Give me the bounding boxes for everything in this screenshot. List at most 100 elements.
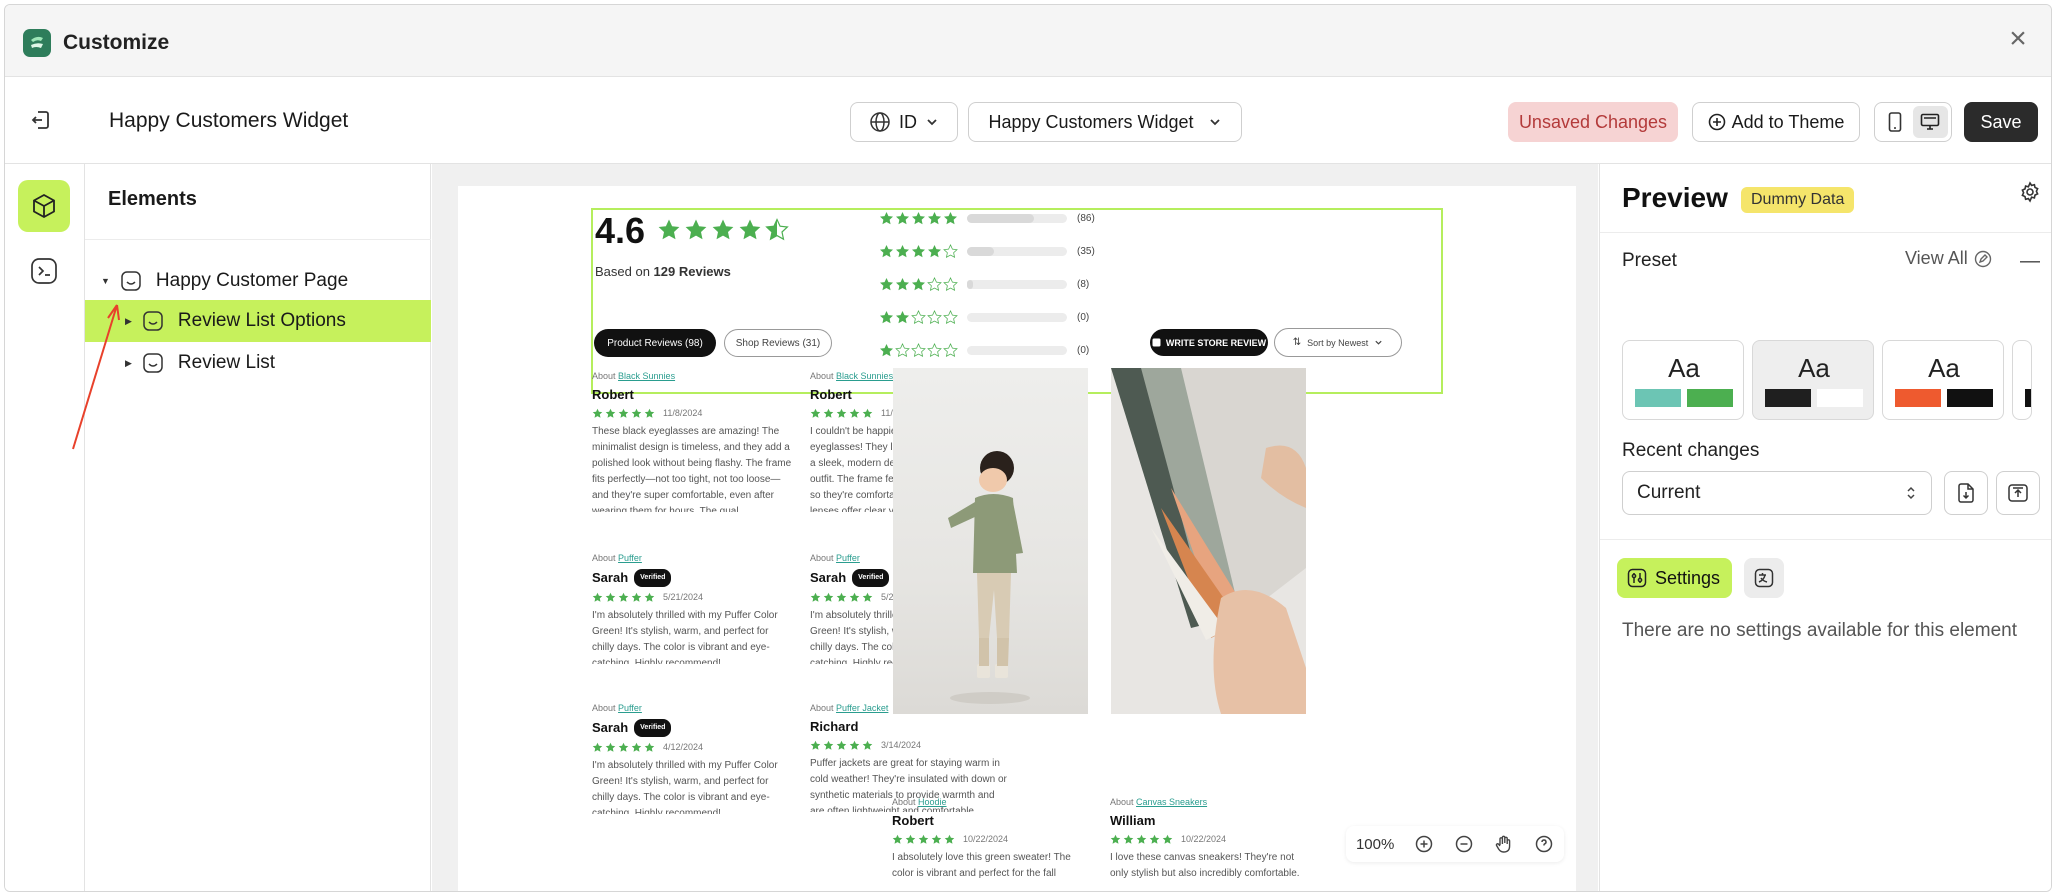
review-about-label: About: [592, 553, 619, 563]
review-about-label: About: [810, 553, 837, 563]
zoom-in-icon[interactable]: [1414, 834, 1434, 854]
review-product-link[interactable]: Puffer: [618, 703, 642, 713]
add-to-theme-button[interactable]: Add to Theme: [1692, 102, 1860, 142]
tab-product-reviews[interactable]: Product Reviews (98): [594, 329, 716, 357]
star-icon: [912, 277, 925, 290]
review-text: I absolutely love this green sweater! Th…: [892, 852, 1071, 879]
review-stars: 3/14/2024: [810, 737, 1010, 753]
help-icon[interactable]: [1534, 834, 1554, 854]
star-icon: [862, 408, 873, 418]
device-toggle: [1874, 102, 1952, 142]
review-date: 5/21/2024: [663, 592, 704, 602]
star-icon: [912, 244, 925, 257]
review-about: About Puffer: [592, 550, 792, 566]
distribution-bar: [967, 246, 1067, 256]
widget-select[interactable]: Happy Customers Widget: [968, 102, 1242, 142]
desktop-view-icon[interactable]: [1912, 106, 1948, 138]
distribution-row[interactable]: (0): [879, 309, 1089, 325]
divider: [1600, 539, 2051, 540]
preset-card[interactable]: Aa: [1752, 340, 1874, 420]
preset-card[interactable]: Aa: [1622, 340, 1744, 420]
star-icon: [1136, 834, 1147, 844]
zoom-out-icon[interactable]: [1454, 834, 1474, 854]
recent-changes-select[interactable]: Current: [1622, 471, 1932, 515]
preset-card[interactable]: [2012, 340, 2032, 420]
import-icon[interactable]: [1944, 471, 1988, 515]
sort-value: Sort by Newest: [1307, 337, 1369, 348]
close-icon[interactable]: ×: [2003, 24, 2033, 55]
review-date: 3/14/2024: [881, 740, 922, 750]
preset-swatch: [1817, 389, 1863, 407]
elements-panel: Elements ▼ Happy Customer Page ▶ Review …: [85, 164, 431, 891]
star-icon: [880, 343, 893, 356]
star-icon: [592, 592, 603, 602]
review-product-link[interactable]: Canvas Sneakers: [1136, 797, 1207, 807]
export-icon[interactable]: [1996, 471, 2040, 515]
write-store-review-button[interactable]: WRITE STORE REVIEW: [1150, 329, 1268, 356]
review-product-link[interactable]: Puffer Jacket: [836, 703, 888, 713]
dummy-data-badge: Dummy Data: [1741, 187, 1855, 213]
review-product-link[interactable]: Black Sunnies: [618, 371, 675, 381]
preset-swatch: [1635, 389, 1681, 407]
code-terminal-icon[interactable]: [30, 257, 58, 285]
review-product-link[interactable]: Puffer: [836, 553, 860, 563]
review-date: 10/22/2024: [1181, 834, 1227, 844]
based-on-count: 129 Reviews: [653, 264, 731, 279]
view-all-link[interactable]: View All: [1905, 248, 1992, 269]
review-image-child-sweater[interactable]: [893, 368, 1088, 714]
star-icon: [605, 742, 616, 752]
preview-title: Preview: [1622, 182, 1728, 213]
star-icon: [896, 211, 909, 224]
distribution-row[interactable]: (35): [879, 243, 1095, 259]
distribution-bar: [967, 345, 1067, 355]
star-icon: [618, 408, 629, 418]
preview-panel: Preview Dummy Data Preset View All — Aa A…: [1599, 164, 2051, 891]
fabric-photo: [1111, 368, 1306, 714]
preset-card[interactable]: Aa: [1882, 340, 2004, 420]
star-outline-icon: [927, 276, 942, 291]
gear-icon[interactable]: [2019, 181, 2041, 203]
preset-sample: Aa: [1798, 353, 1830, 383]
distribution-row[interactable]: (8): [879, 276, 1089, 292]
tab-settings[interactable]: Settings: [1617, 558, 1733, 598]
review-stars: 10/22/2024: [892, 831, 1092, 847]
mobile-view-icon[interactable]: [1878, 106, 1913, 138]
verified-badge: Verified: [634, 719, 672, 737]
star-icon: [880, 310, 893, 323]
review-stars: 11/8/2024: [592, 405, 792, 421]
sort-select[interactable]: ⇅ Sort by Newest: [1274, 328, 1402, 357]
review-about: About Canvas Sneakers: [1110, 794, 1310, 810]
review-card: About Hoodie Robert 10/22/2024 I absolutely…: [892, 794, 1092, 884]
star-icon: [658, 219, 680, 240]
distribution-count: (8): [1077, 278, 1090, 290]
elements-cube-icon[interactable]: [18, 180, 70, 232]
collapse-icon[interactable]: —: [2020, 250, 2040, 273]
view-all-label: View All: [1905, 248, 1968, 268]
distribution-row[interactable]: (0): [879, 342, 1089, 358]
tree-item-label: Review List: [177, 352, 276, 373]
preset-sample: Aa: [1668, 353, 1700, 383]
reviewer-name: Robert: [892, 813, 934, 828]
star-icon: [1162, 834, 1173, 844]
star-icon: [644, 742, 655, 752]
smiley-component-icon: [143, 311, 163, 331]
top-toolbar: Happy Customers Widget ID Happy Customer…: [5, 78, 2051, 164]
tab-shop-reviews[interactable]: Shop Reviews (31): [724, 329, 832, 357]
review-text: I love these canvas sneakers! They're no…: [1110, 852, 1300, 879]
review-list-options-widget[interactable]: 4.6 Based on 129 Reviews (86) (35) (8) (0)(…: [591, 208, 1443, 394]
review-stars: 10/22/2024: [1110, 831, 1310, 847]
distribution-row[interactable]: (86): [879, 210, 1095, 226]
distribution-bar-fill: [967, 246, 994, 256]
hand-pan-icon[interactable]: [1494, 834, 1514, 854]
review-image-canvas-samples[interactable]: [1111, 368, 1306, 714]
save-button[interactable]: Save: [1964, 102, 2038, 142]
exit-icon[interactable]: [29, 108, 57, 136]
review-product-link[interactable]: Black Sunnies: [836, 371, 893, 381]
locale-select[interactable]: ID: [850, 102, 958, 142]
reviewer-name: Robert: [810, 387, 852, 402]
star-icon: [618, 742, 629, 752]
tab-translate[interactable]: [1744, 558, 1784, 598]
review-product-link[interactable]: Hoodie: [918, 797, 947, 807]
review-product-link[interactable]: Puffer: [618, 553, 642, 563]
annotation-arrow: [72, 304, 120, 450]
